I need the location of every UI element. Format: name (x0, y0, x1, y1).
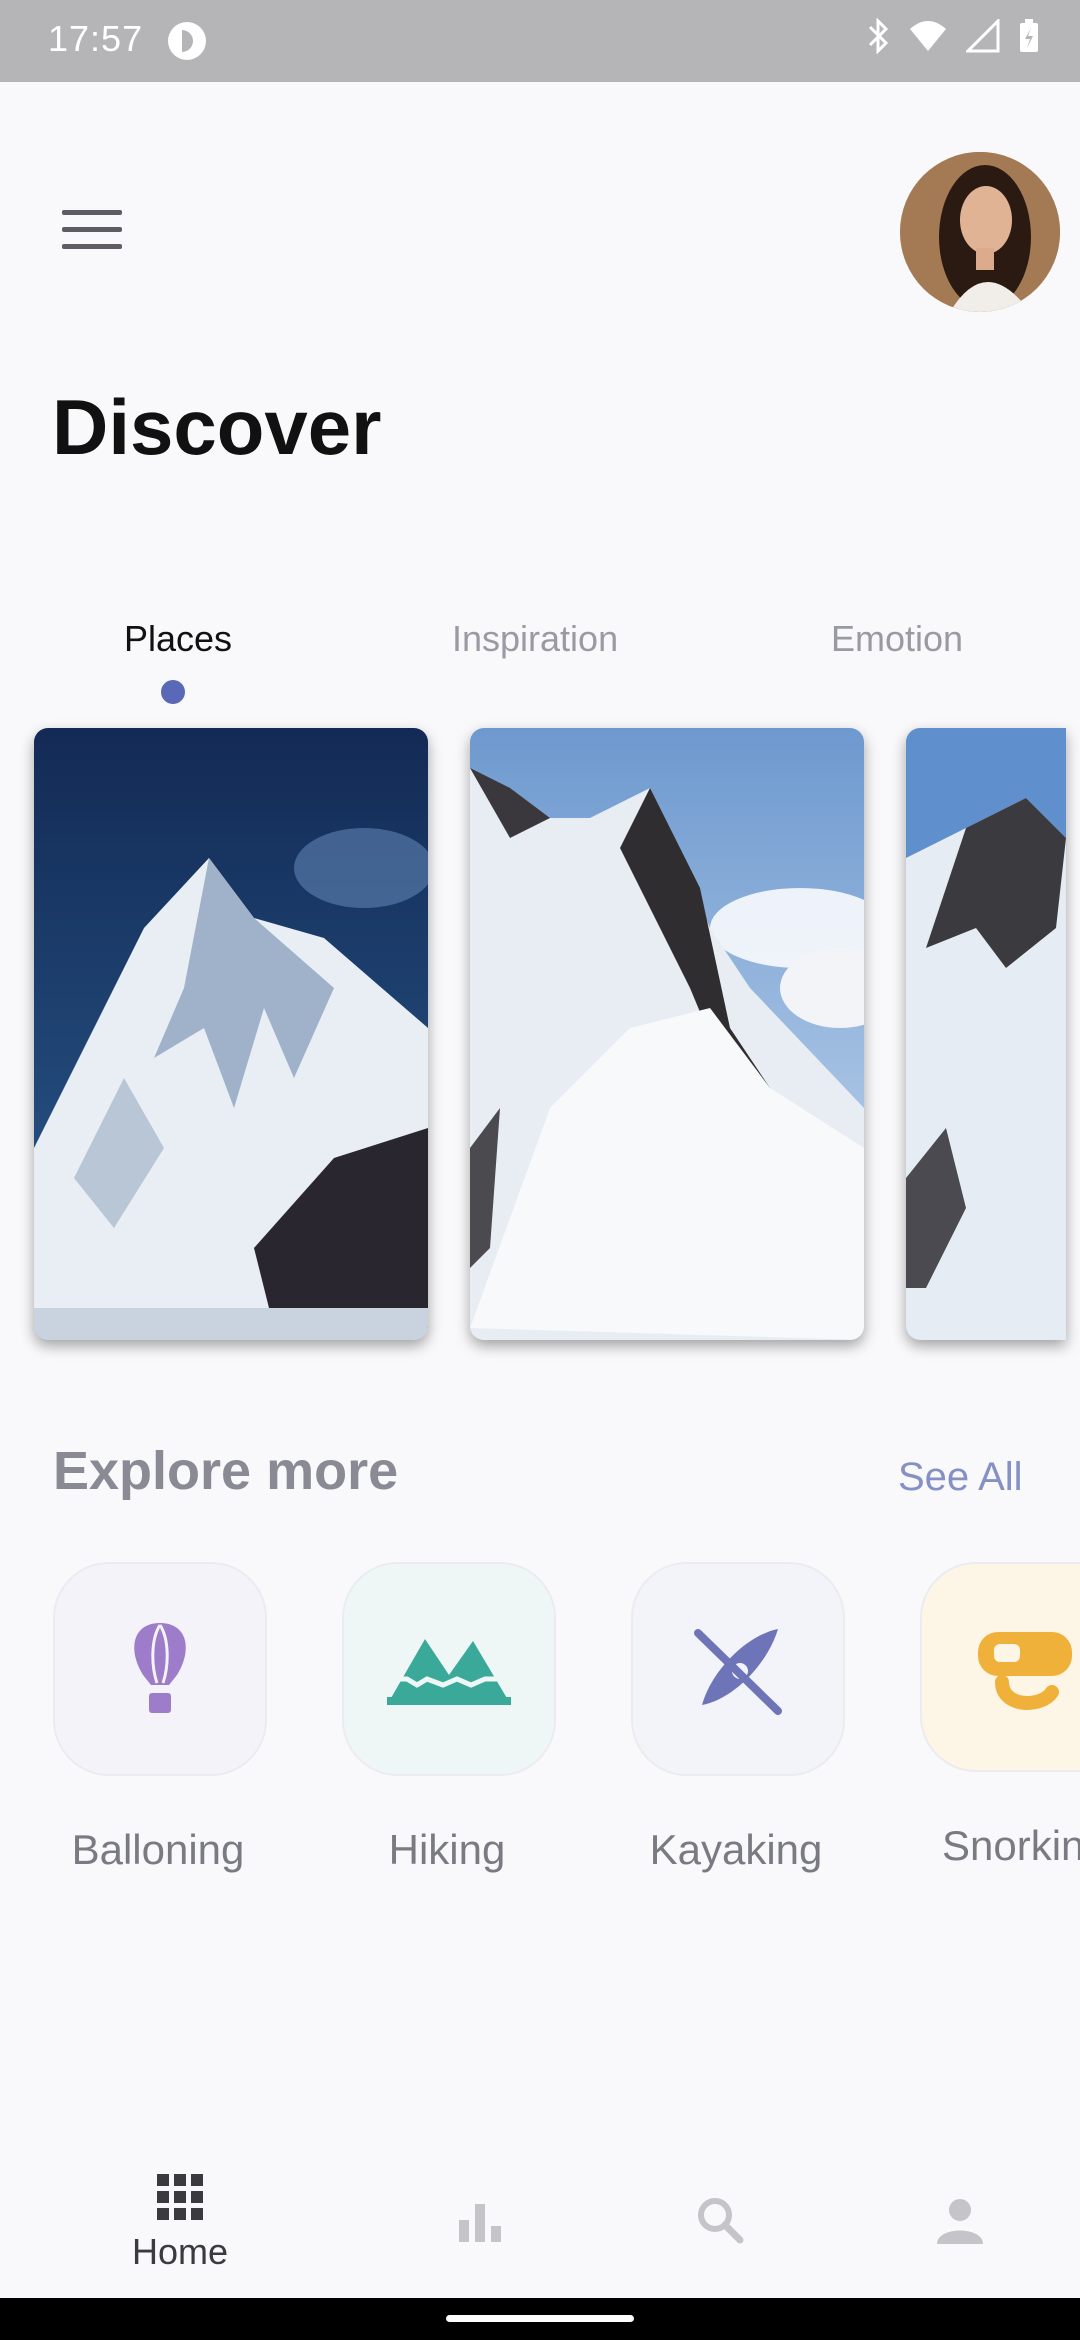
place-image (906, 728, 1066, 1340)
person-icon (937, 2199, 983, 2244)
see-all-link[interactable]: See All (898, 1455, 1023, 1500)
mountains-icon (387, 1639, 511, 1705)
hot-air-balloon-icon (134, 1623, 186, 1713)
category-tile[interactable] (53, 1562, 267, 1776)
bluetooth-icon (868, 18, 889, 54)
category-label: Snorkin (942, 1822, 1080, 1869)
bar-chart-icon (459, 2204, 501, 2242)
snorkel-mask-icon (978, 1632, 1072, 1710)
category-label: Hiking (388, 1826, 506, 1873)
menu-icon[interactable] (62, 210, 122, 250)
status-bar: 17:57 (0, 0, 1080, 82)
search-icon (698, 2198, 744, 2244)
place-image (34, 728, 428, 1340)
category-tile[interactable] (920, 1562, 1080, 1772)
kayak-icon (694, 1629, 782, 1715)
wifi-icon (910, 21, 946, 51)
avatar[interactable] (900, 152, 1060, 312)
nav-stats[interactable] (410, 2202, 550, 2247)
category-label: Kayaking (649, 1826, 823, 1873)
place-image (470, 728, 864, 1340)
category-item[interactable]: Snorkin (920, 1562, 1080, 1870)
category-tile[interactable] (631, 1562, 845, 1776)
category-item[interactable]: Hiking (342, 1562, 556, 1874)
nav-home-label: Home (131, 2231, 229, 2272)
nav-home[interactable]: Home (110, 2174, 250, 2273)
category-tile[interactable] (342, 1562, 556, 1776)
signal-icon (966, 19, 1000, 53)
place-card[interactable] (34, 728, 428, 1340)
category-item[interactable]: Kayaking (631, 1562, 845, 1874)
tab-places[interactable]: Places (124, 618, 232, 660)
battery-icon (1020, 19, 1038, 52)
place-card[interactable] (906, 728, 1066, 1340)
place-card[interactable] (470, 728, 864, 1340)
status-icons (866, 18, 1040, 54)
system-navigation-bar (0, 2298, 1080, 2340)
grid-icon (157, 2174, 203, 2220)
tab-inspiration[interactable]: Inspiration (452, 618, 618, 660)
status-time: 17:57 (48, 18, 144, 59)
category-label: Balloning (71, 1826, 245, 1873)
explore-section-title: Explore more (53, 1441, 399, 1501)
home-gesture-handle[interactable] (446, 2315, 634, 2322)
category-item[interactable]: Balloning (53, 1562, 267, 1874)
bottom-navigation: Home (0, 2150, 1080, 2298)
active-tab-indicator (161, 680, 185, 704)
nav-search[interactable] (650, 2196, 790, 2249)
nav-profile[interactable] (890, 2198, 1030, 2249)
app-notification-icon (168, 22, 206, 60)
page-title: Discover (52, 383, 382, 471)
tab-emotion[interactable]: Emotion (831, 618, 963, 660)
